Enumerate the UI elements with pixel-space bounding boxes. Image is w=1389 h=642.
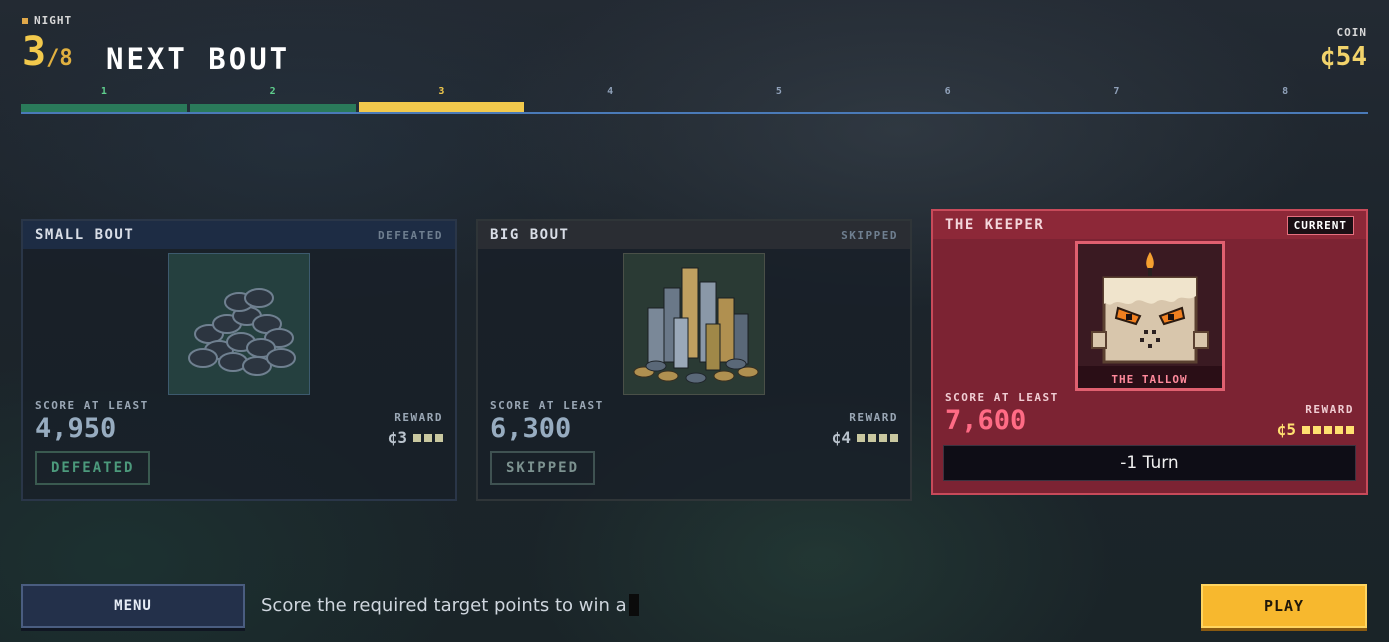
reward-pip-icon	[435, 433, 443, 442]
progress-segment-label: 3	[438, 86, 445, 97]
progress-segment-label: 2	[269, 86, 276, 97]
coin-label: COIN	[1336, 26, 1367, 39]
big-score-value: 6,300	[490, 413, 572, 444]
keeper-bout-header: THE KEEPER CURRENT	[933, 211, 1366, 239]
progress-segment-bar	[189, 104, 356, 112]
small-score-value: 4,950	[35, 413, 117, 444]
reward-pip-icon	[857, 433, 865, 442]
night-label-text: NIGHT	[34, 14, 73, 27]
reward-pip-icon	[1313, 425, 1321, 434]
small-reward-pips	[413, 433, 443, 442]
progress-segment: 2	[189, 84, 356, 112]
progress-segment-label: 7	[1113, 86, 1120, 97]
keeper-score-label: SCORE AT LEAST	[945, 391, 1059, 404]
big-reward: ¢4	[832, 428, 898, 447]
big-bout-card[interactable]: BIG BOUT SKIPPED SCORE AT LEAST 6,300 RE…	[476, 219, 912, 501]
keeper-reward-pips	[1302, 425, 1354, 434]
poker-chip-pile-icon	[168, 253, 310, 395]
night-marker-icon	[22, 17, 28, 24]
reward-pip-icon	[1335, 425, 1343, 434]
boss-effect-box: -1 Turn	[943, 445, 1356, 481]
progress-segment-label: 4	[607, 86, 614, 97]
keeper-bout-card[interactable]: THE KEEPER CURRENT THE TALLOW SCORE AT L…	[931, 209, 1368, 495]
defeated-button: DEFEATED	[35, 451, 151, 485]
progress-segment: 4	[527, 84, 693, 112]
poker-chip-stacks-icon	[623, 253, 765, 395]
boss-name-label: THE TALLOW	[1111, 373, 1188, 386]
small-bout-card[interactable]: SMALL BOUT DEFEATED SCORE AT LEAST 4,950…	[21, 219, 457, 501]
reward-pip-icon	[413, 433, 421, 442]
progress-segment: 7	[1034, 84, 1200, 112]
small-bout-status: DEFEATED	[378, 228, 443, 242]
keeper-score-value: 7,600	[945, 405, 1027, 436]
progress-segment-label: 5	[775, 86, 782, 97]
night-progress-track: 1 2 3 4 5 6 7 8	[21, 84, 1368, 116]
reward-pip-icon	[1346, 425, 1354, 434]
big-bout-title: BIG BOUT	[490, 227, 570, 243]
big-bout-status: SKIPPED	[841, 228, 898, 242]
progress-segment: 5	[696, 84, 862, 112]
progress-segment-label: 6	[944, 86, 951, 97]
skipped-button: SKIPPED	[490, 451, 596, 485]
progress-segment: 6	[865, 84, 1031, 112]
reward-pip-icon	[890, 433, 898, 442]
candle-boss-icon: THE TALLOW	[1074, 241, 1225, 391]
small-score-label: SCORE AT LEAST	[35, 399, 149, 412]
night-total: /8	[46, 46, 73, 71]
play-button[interactable]: PLAY	[1201, 584, 1367, 628]
page-title: NEXT BOUT	[106, 42, 291, 76]
reward-pip-icon	[879, 433, 887, 442]
small-reward-label: REWARD	[394, 411, 443, 424]
night-label: NIGHT	[22, 14, 72, 27]
hint-text-content: Score the required target points to win …	[261, 594, 627, 616]
big-reward-value: ¢4	[831, 428, 851, 447]
big-reward-pips	[857, 433, 898, 442]
progress-segment-bar	[21, 104, 187, 112]
big-score-label: SCORE AT LEAST	[490, 399, 604, 412]
small-reward-value: ¢3	[387, 428, 407, 447]
text-caret	[628, 594, 639, 616]
reward-pip-icon	[424, 433, 432, 442]
keeper-reward-value: ¢5	[1276, 420, 1296, 439]
reward-pip-icon	[868, 433, 876, 442]
keeper-reward-label: REWARD	[1305, 403, 1354, 416]
keeper-reward: ¢5	[1277, 420, 1354, 439]
reward-pip-icon	[1302, 425, 1310, 434]
keeper-bout-title: THE KEEPER	[945, 217, 1045, 233]
current-badge: CURRENT	[1286, 215, 1354, 235]
reward-pip-icon	[1324, 425, 1332, 434]
big-reward-label: REWARD	[849, 411, 898, 424]
progress-segment: 3	[358, 84, 525, 112]
small-bout-header: SMALL BOUT DEFEATED	[23, 221, 455, 249]
night-current: 3	[22, 29, 47, 75]
hint-text: Score the required target points to win …	[261, 594, 639, 616]
progress-segment: 8	[1202, 84, 1368, 112]
progress-segment: 1	[21, 84, 187, 112]
progress-baseline	[21, 112, 1368, 114]
progress-segment-label: 1	[100, 86, 107, 97]
big-bout-header: BIG BOUT SKIPPED	[478, 221, 910, 249]
progress-segment-bar	[358, 102, 525, 112]
progress-segment-label: 8	[1282, 86, 1289, 97]
small-bout-title: SMALL BOUT	[35, 227, 135, 243]
small-reward: ¢3	[388, 428, 443, 447]
coin-value: ¢54	[1320, 42, 1367, 72]
night-counter: 3/8	[22, 30, 73, 74]
menu-button[interactable]: MENU	[21, 584, 245, 628]
